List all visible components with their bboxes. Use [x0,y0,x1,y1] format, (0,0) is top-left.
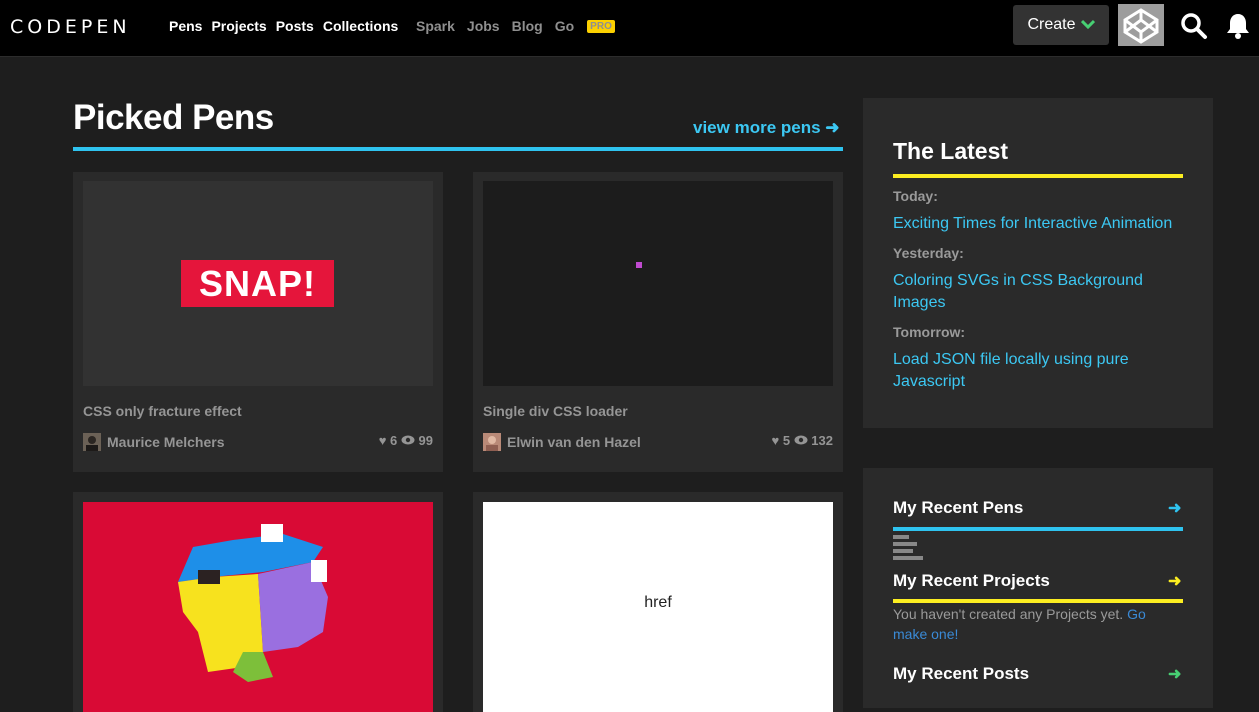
view-more-label: view more pens [693,118,821,137]
pen-stats: ♥ 6 99 [379,433,433,448]
author-name: Elwin van den Hazel [507,434,641,450]
the-latest-panel: The Latest Today: Exciting Times for Int… [863,98,1213,428]
view-count: 99 [418,433,433,448]
latest-post-link[interactable]: Load JSON file locally using pure Javasc… [893,349,1188,393]
pen-card: SNAP! CSS only fracture effect Maurice M… [73,172,443,472]
nav-projects[interactable]: Projects [211,18,266,34]
pen-title[interactable]: CSS only fracture effect [83,403,242,419]
latest-date-label: Today: [893,188,938,204]
latest-post-link[interactable]: Exciting Times for Interactive Animation [893,213,1188,235]
primary-nav: Pens Projects Posts Collections [169,18,407,34]
heart-icon: ♥ [771,433,780,448]
nav-go-pro[interactable]: Go PRO [555,18,627,34]
pen-card: href [473,492,843,712]
chevron-down-icon [1080,16,1095,34]
pen-title[interactable]: Single div CSS loader [483,403,628,419]
secondary-nav: Spark Jobs Blog Go PRO [416,18,639,34]
eye-icon [401,433,415,448]
bell-icon[interactable] [1225,12,1251,45]
arrow-right-icon: ➜ [825,118,840,137]
href-preview-text: href [644,594,672,611]
codepen-cube-icon [1123,8,1159,44]
nav-blog[interactable]: Blog [512,18,543,34]
nav-posts[interactable]: Posts [276,18,314,34]
pro-badge: PRO [587,20,615,33]
my-recent-posts-heading[interactable]: My Recent Posts [893,664,1029,684]
no-projects-text: You haven't created any Projects yet. [893,606,1124,622]
cube-graphic [178,524,328,682]
no-projects-message: You haven't created any Projects yet. Go… [893,604,1183,644]
heart-icon: ♥ [378,433,387,448]
pen-preview[interactable] [483,181,833,386]
eye-icon [794,433,808,448]
nav-pens[interactable]: Pens [169,18,202,34]
picked-pens-heading: Picked Pens [73,98,274,137]
author-avatar [83,433,101,451]
arrow-right-icon[interactable]: ➜ [1168,571,1181,591]
logo-text: CODEPEN [10,16,131,37]
my-recent-projects-heading[interactable]: My Recent Projects [893,571,1050,591]
codepen-logo[interactable]: CODEPEN [10,12,163,40]
pen-card: Single div CSS loader Elwin van den Haze… [473,172,843,472]
recent-pens-underline [893,527,1183,531]
create-button[interactable]: Create [1013,5,1109,45]
author-avatar [483,433,501,451]
arrow-right-icon[interactable]: ➜ [1168,664,1181,684]
picked-pens-underline [73,147,843,151]
latest-date-label: Yesterday: [893,245,964,261]
pen-card [73,492,443,712]
codepen-wordmark: CODEPEN [10,16,131,37]
author-name: Maurice Melchers [107,434,225,450]
nav-jobs[interactable]: Jobs [467,18,500,34]
pen-preview[interactable]: SNAP! [83,181,433,386]
create-label: Create [1027,16,1076,33]
like-count: 5 [782,433,791,448]
pen-stats: ♥ 5 132 [771,433,833,448]
pen-preview[interactable]: href [483,502,833,712]
search-icon[interactable] [1180,12,1208,45]
view-more-pens-link[interactable]: view more pens ➜ [693,118,840,138]
pen-preview[interactable] [83,502,433,712]
arrow-right-icon[interactable]: ➜ [1168,498,1181,518]
user-avatar[interactable] [1118,4,1164,46]
like-count: 6 [390,433,398,448]
loader-dot [636,262,642,268]
the-latest-heading: The Latest [893,138,1009,164]
my-recent-pens-heading[interactable]: My Recent Pens [893,498,1023,518]
nav-spark[interactable]: Spark [416,18,455,34]
pen-author[interactable]: Maurice Melchers [83,433,225,451]
view-count: 132 [811,433,833,448]
the-latest-underline [893,174,1183,178]
latest-date-label: Tomorrow: [893,324,966,340]
pen-author[interactable]: Elwin van den Hazel [483,433,641,451]
nav-collections[interactable]: Collections [323,18,398,34]
top-navbar: CODEPEN Pens Projects Posts Collections … [0,0,1259,57]
loading-list-icon [893,535,925,566]
my-recent-panel: My Recent Pens ➜ My Recent Projects ➜ Yo… [863,468,1213,708]
recent-projects-underline [893,599,1183,603]
nav-go-label: Go [554,18,575,34]
snap-preview-text: SNAP! [181,260,334,307]
latest-post-link[interactable]: Coloring SVGs in CSS Background Images [893,270,1188,314]
